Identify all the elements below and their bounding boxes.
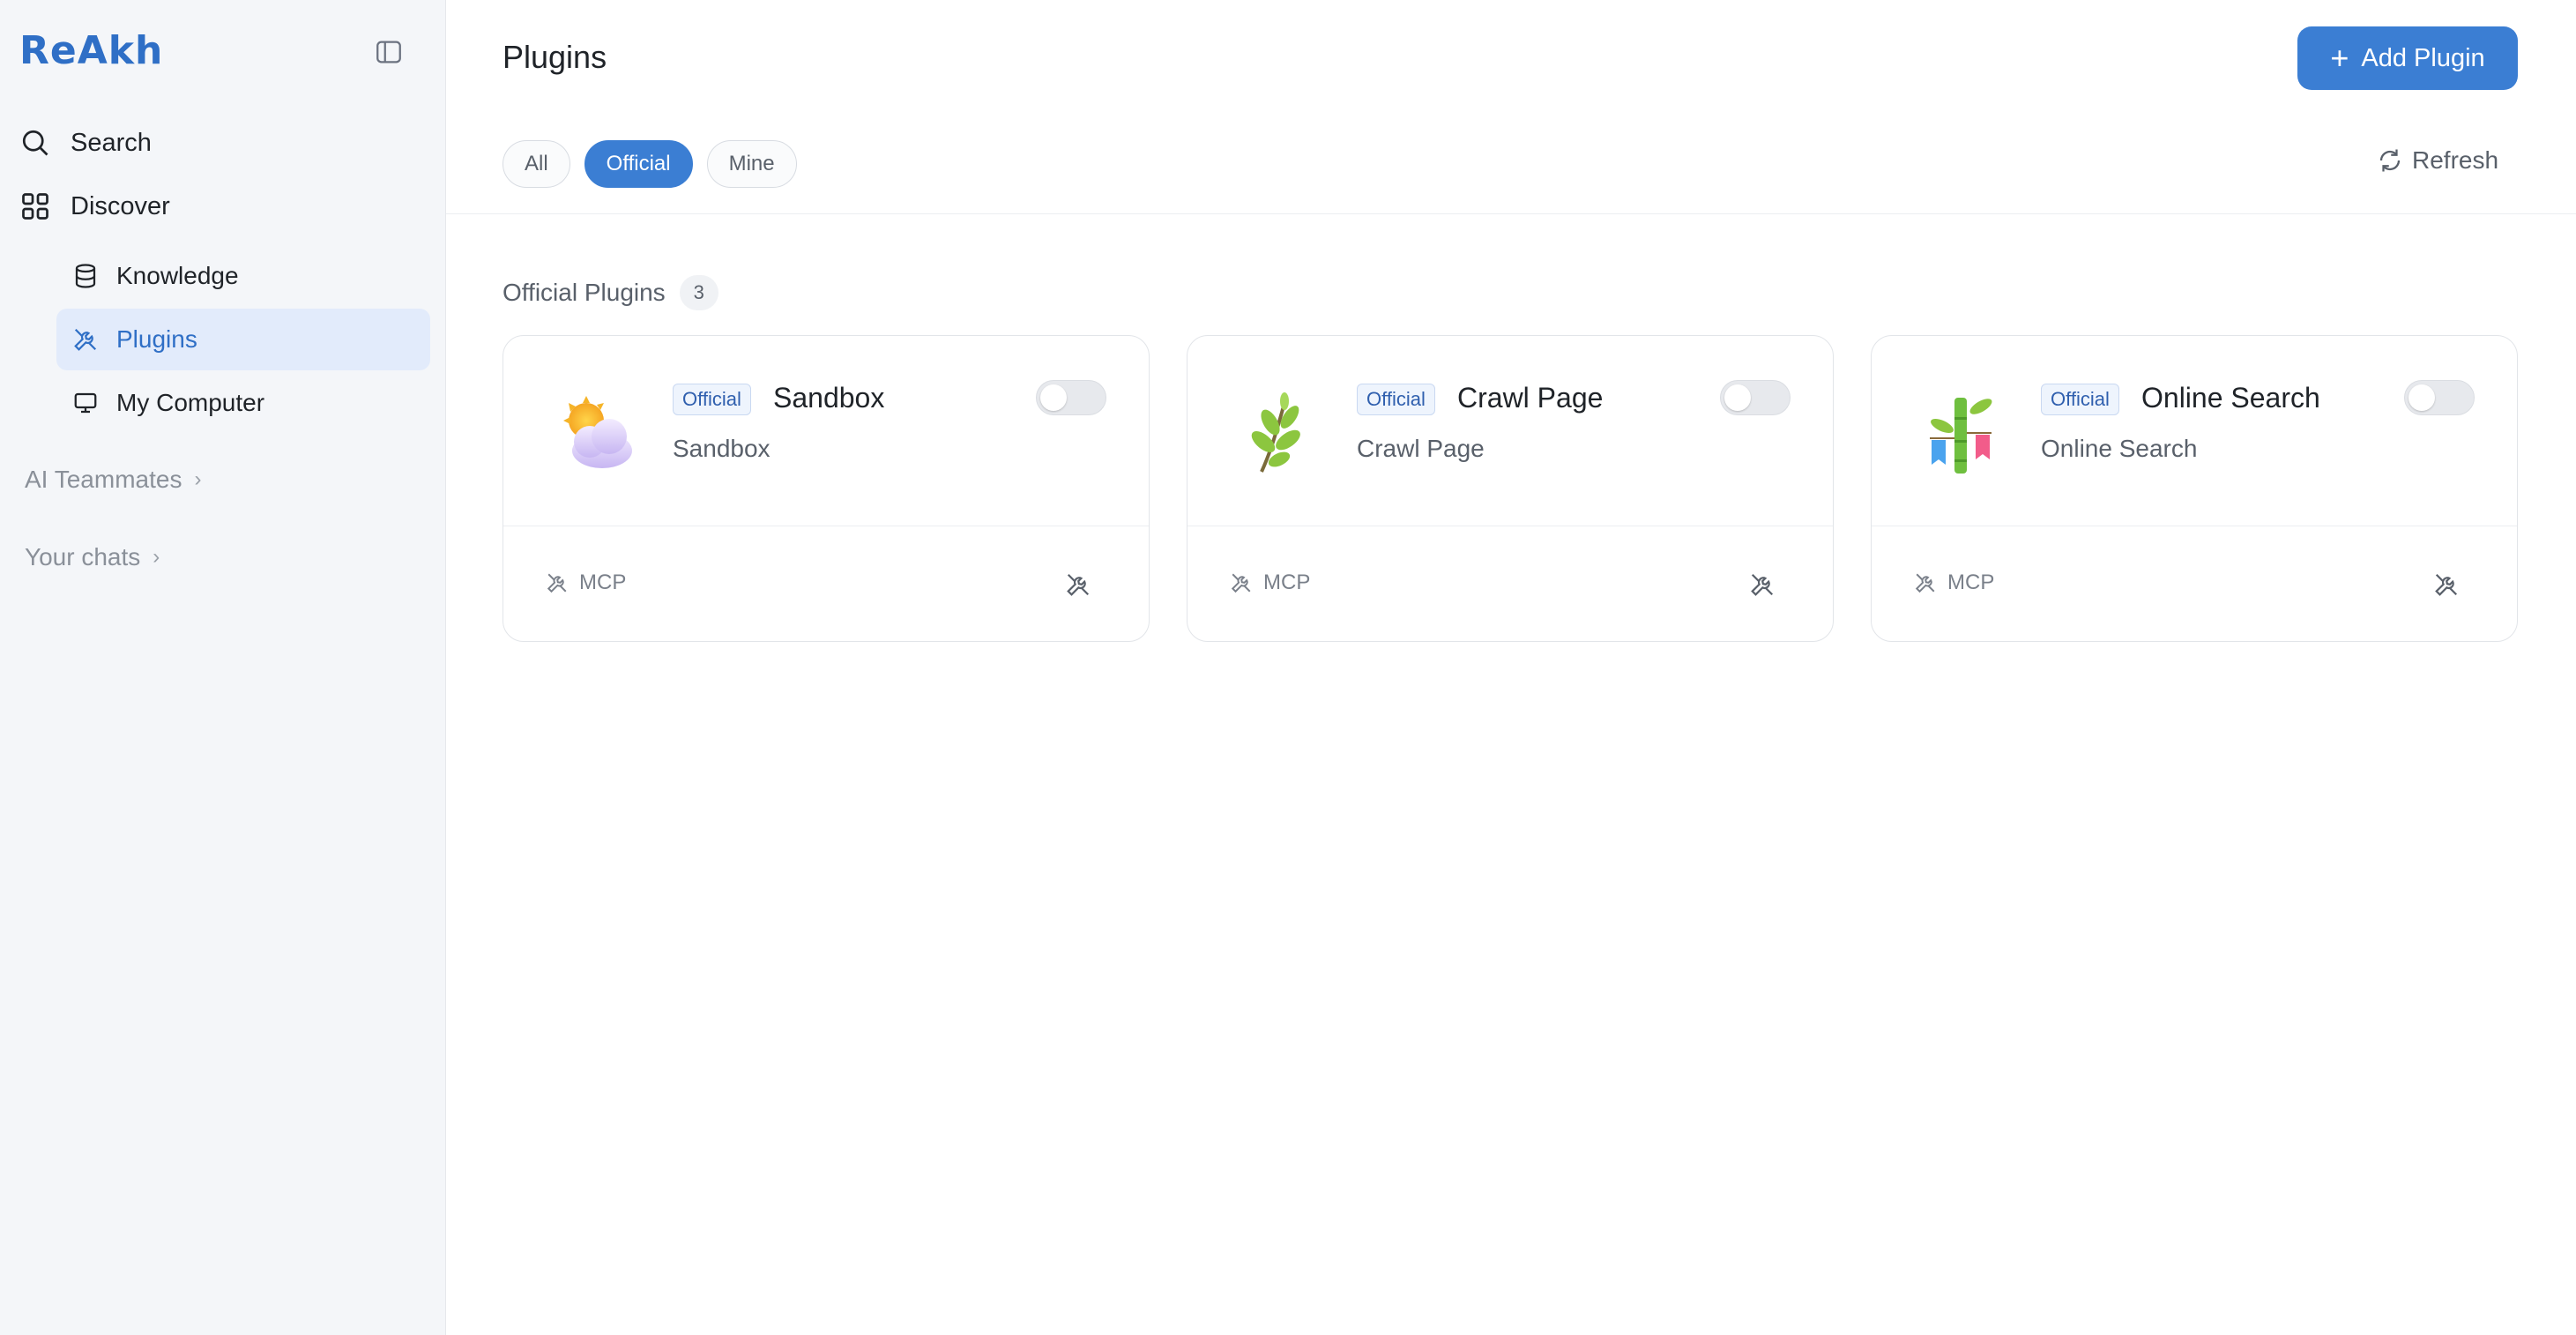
main-content: Plugins + Add Plugin All Official Mine R… [446,0,2576,1335]
enable-toggle[interactable] [2404,380,2475,415]
database-icon [71,261,101,291]
official-tag: Official [1357,384,1435,415]
chevron-right-icon: › [194,467,202,491]
sidebar-item-label: My Computer [116,389,265,416]
plugin-name: Sandbox [773,382,885,414]
tools-icon [1751,573,1774,596]
page-title: Plugins [503,39,607,75]
tools-icon [1230,571,1253,594]
card-footer: MCP [503,526,1149,643]
card-footer: MCP [1872,526,2517,643]
section-label: Your chats [25,543,141,571]
plugin-tools-button[interactable] [2431,569,2462,600]
plugin-type-label: MCP [1263,571,1311,594]
brand-logo[interactable]: ReAkh [19,28,163,73]
add-plugin-label: Add Plugin [2361,43,2485,72]
sidebar-item-label: Knowledge [116,262,239,289]
plugin-type-label: MCP [1947,571,1995,594]
filter-tabs: All Official Mine [503,140,797,188]
sidebar-item-knowledge[interactable]: Knowledge [56,245,430,307]
tools-icon [1914,571,1937,594]
filter-official[interactable]: Official [584,140,693,188]
tools-icon [546,571,569,594]
chevron-right-icon: › [153,545,160,569]
card-header: Official Online Search Online Search [1872,336,2517,526]
enable-toggle[interactable] [1036,380,1106,415]
app-window: ReAkh Search Discover Knowledge Plugins … [0,0,2576,1335]
plugin-name: Crawl Page [1457,382,1604,414]
toggle-knob [2408,384,2435,411]
sidebar-item-my-computer[interactable]: My Computer [56,372,430,434]
filter-mine[interactable]: Mine [706,140,797,188]
tools-icon [71,324,101,354]
plugin-type: MCP [1230,571,1310,595]
toggle-knob [1040,384,1067,411]
plugin-tools-button[interactable] [1062,569,1094,600]
add-plugin-button[interactable]: + Add Plugin [2297,26,2518,90]
sidebar-section-your-chats[interactable]: Your chats › [25,543,160,571]
plus-icon: + [2330,40,2349,76]
section-title-label: Official Plugins [503,279,666,306]
card-footer: MCP [1187,526,1833,643]
sidebar-toggle-icon [376,41,401,63]
official-tag: Official [673,384,751,415]
section-label: AI Teammates [25,466,182,493]
card-header: Official Crawl Page Crawl Page [1187,336,1833,526]
plugin-tools-button[interactable] [1746,569,1778,600]
section-title: Official Plugins 3 [503,275,718,310]
official-tag: Official [2041,384,2119,415]
plugin-card-online-search[interactable]: Official Online Search Online Search MCP [1871,335,2518,642]
card-header: Official Sandbox Sandbox [503,336,1149,526]
refresh-label: Refresh [2412,146,2499,174]
plugin-description: Online Search [2041,435,2198,462]
plugin-type-label: MCP [579,571,627,594]
plugin-type: MCP [546,571,626,595]
plugin-card-crawl-page[interactable]: Official Crawl Page Crawl Page MCP [1187,335,1834,642]
refresh-button[interactable]: Refresh [2377,146,2498,175]
plugin-type: MCP [1914,571,1994,595]
plugin-card-sandbox[interactable]: Official Sandbox Sandbox MCP [503,335,1150,642]
grid-icon [18,189,53,224]
sidebar-section-ai-teammates[interactable]: AI Teammates › [25,466,201,494]
bamboo-flags-image [1930,398,1992,474]
nav-discover[interactable]: Discover [18,178,170,235]
plugin-description: Sandbox [673,435,771,462]
nav-search[interactable]: Search [18,115,152,171]
tools-icon [2435,573,2458,596]
header-divider [446,213,2576,214]
monitor-icon [71,388,101,418]
count-badge: 3 [679,275,718,310]
enable-toggle[interactable] [1720,380,1791,415]
tools-icon [1067,573,1090,596]
sidebar: ReAkh Search Discover Knowledge Plugins … [0,0,446,1335]
nav-discover-label: Discover [71,191,170,220]
plugin-description: Crawl Page [1357,435,1485,462]
plugin-card-list: Official Sandbox Sandbox MCP Official Cr… [503,335,2518,642]
toggle-knob [1724,384,1751,411]
search-icon [18,125,53,160]
refresh-icon [2377,147,2403,174]
plugin-name: Online Search [2141,382,2320,414]
nav-search-label: Search [71,128,152,157]
sidebar-collapse-button[interactable] [374,37,404,67]
filter-all[interactable]: All [503,140,570,188]
sidebar-item-label: Plugins [116,325,197,353]
sidebar-item-plugins[interactable]: Plugins [56,309,430,370]
cloud-sun-image [563,396,632,468]
leaf-branch-image [1251,392,1300,473]
